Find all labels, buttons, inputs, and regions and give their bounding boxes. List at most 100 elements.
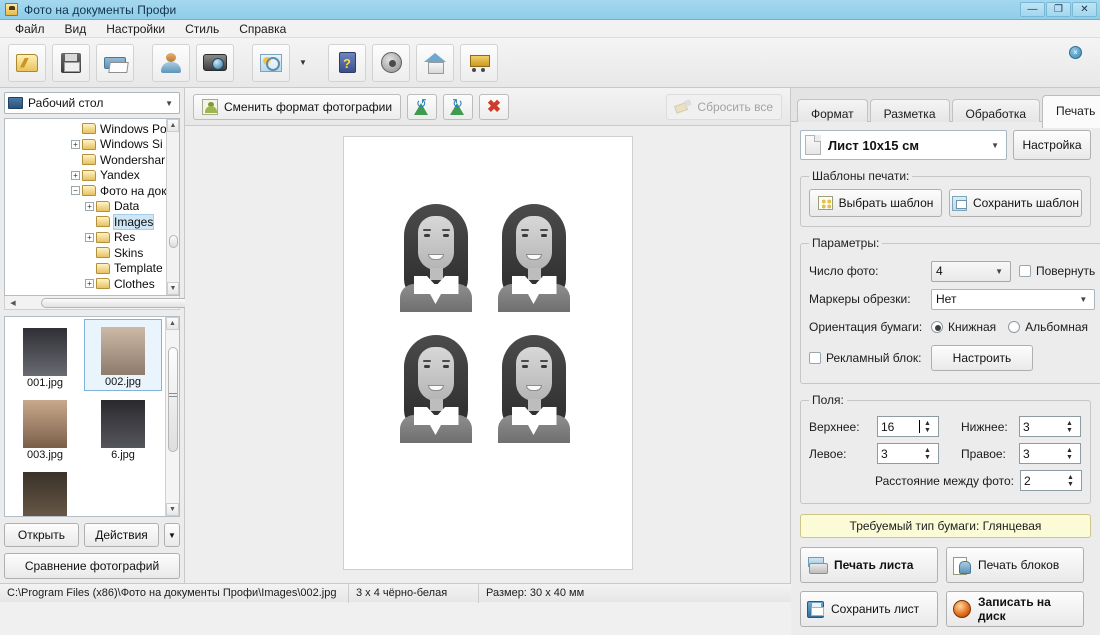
collapse-icon[interactable]: − — [71, 186, 80, 196]
stepper-up-icon[interactable]: ▲ — [924, 420, 931, 427]
tree-item[interactable]: + Windows Si — [5, 137, 179, 153]
thumbnails-vertical-scrollbar[interactable]: ▲ ▼ — [165, 317, 179, 516]
choose-template-button[interactable]: Выбрать шаблон — [809, 189, 942, 217]
orientation-portrait-radio[interactable]: Книжная — [931, 320, 996, 334]
actions-button[interactable]: Действия — [84, 523, 159, 547]
menu-item-settings[interactable]: Настройки — [97, 20, 174, 38]
thumbnail-list[interactable]: 001.jpg 002.jpg 003.jpg 6.jpg 9.jpg ▲ ▼ — [4, 316, 180, 517]
chevron-down-icon[interactable]: ▼ — [1076, 295, 1090, 304]
orientation-landscape-radio[interactable]: Альбомная — [1008, 320, 1088, 334]
thumbnails-scroll-thumb[interactable] — [168, 347, 178, 452]
tree-item[interactable]: Skins — [5, 245, 179, 261]
cart-button[interactable] — [460, 43, 498, 82]
stepper-up-icon[interactable]: ▲ — [1066, 420, 1073, 427]
photo-distance-input[interactable]: 2 ▲ ▼ — [1020, 470, 1082, 491]
close-button[interactable]: ✕ — [1072, 1, 1097, 17]
photo-cell-1[interactable] — [391, 192, 480, 312]
location-combo[interactable]: Рабочий стол ▼ — [4, 92, 180, 114]
folder-tree[interactable]: Windows Po + Windows Si Wondershar + Yandex − Ф… — [4, 118, 180, 296]
stepper-down-icon[interactable]: ▼ — [924, 427, 931, 434]
save-sheet-button[interactable]: Сохранить лист — [800, 591, 938, 627]
stepper-down-icon[interactable]: ▼ — [1066, 427, 1073, 434]
stepper-up-icon[interactable]: ▲ — [1066, 447, 1073, 454]
thumbnails-scroll-down-arrow[interactable]: ▼ — [166, 503, 179, 516]
close-panel-icon[interactable]: × — [1069, 46, 1082, 59]
print-sheet-button[interactable]: Печать листа — [800, 547, 938, 583]
open-folder-button[interactable] — [8, 43, 46, 82]
stepper-down-icon[interactable]: ▼ — [1066, 454, 1073, 461]
actions-dropdown-arrow[interactable]: ▼ — [164, 523, 180, 547]
thumbnail-item[interactable]: 6.jpg — [84, 391, 162, 463]
expand-icon[interactable]: + — [85, 201, 94, 211]
expand-icon[interactable]: + — [71, 139, 80, 149]
stepper-up-icon[interactable]: ▲ — [1067, 474, 1074, 481]
tree-item[interactable]: + Yandex — [5, 168, 179, 184]
stepper-down-icon[interactable]: ▼ — [924, 454, 931, 461]
tree-hscroll-track[interactable] — [19, 297, 191, 308]
tree-item[interactable]: Images — [5, 213, 179, 230]
expand-icon[interactable]: + — [85, 279, 94, 289]
thumbnail-item[interactable]: 9.jpg — [6, 463, 84, 516]
photo-cell-3[interactable] — [391, 323, 480, 443]
reset-all-button[interactable]: Сбросить все — [666, 93, 782, 120]
tree-item[interactable]: − Фото на док — [5, 183, 179, 199]
sheet-canvas[interactable] — [185, 126, 790, 583]
tree-item[interactable]: + Data — [5, 199, 179, 215]
home-button[interactable] — [416, 43, 454, 82]
sheet-size-combo[interactable]: Лист 10x15 см ▼ — [800, 130, 1007, 160]
maximize-button[interactable]: ❐ — [1046, 1, 1071, 17]
chevron-down-icon[interactable]: ▼ — [988, 141, 1002, 150]
person-search-button[interactable] — [152, 43, 190, 82]
menu-item-file[interactable]: Файл — [6, 20, 54, 38]
tree-horizontal-scrollbar[interactable]: ◀ ▶ — [4, 296, 191, 310]
burn-to-disc-button[interactable]: Записать на диск — [946, 591, 1084, 627]
crop-markers-combo[interactable]: Нет ▼ — [931, 288, 1096, 310]
chevron-down-icon[interactable]: ▼ — [992, 267, 1006, 276]
minimize-button[interactable]: — — [1020, 1, 1045, 17]
photo-cell-2[interactable] — [489, 192, 578, 312]
image-search-dropdown-arrow[interactable]: ▼ — [296, 44, 310, 82]
menu-item-style[interactable]: Стиль — [176, 20, 228, 38]
tree-item[interactable]: Template — [5, 261, 179, 277]
thumbnail-item[interactable]: 003.jpg — [6, 391, 84, 463]
camera-button[interactable] — [196, 43, 234, 82]
rotate-right-button[interactable] — [443, 93, 474, 120]
tree-scroll-left-arrow[interactable]: ◀ — [7, 299, 19, 307]
stepper-down-icon[interactable]: ▼ — [1067, 481, 1074, 488]
expand-icon[interactable]: + — [71, 170, 80, 180]
chevron-down-icon[interactable]: ▼ — [162, 99, 176, 108]
margin-right-input[interactable]: 3 ▲ ▼ — [1019, 443, 1081, 464]
tree-scroll-up-arrow[interactable]: ▲ — [167, 119, 179, 132]
rotate-left-button[interactable] — [407, 93, 438, 120]
margin-right-stepper[interactable]: ▲ ▼ — [1062, 444, 1077, 463]
open-file-button[interactable]: Открыть — [4, 523, 79, 547]
thumbnail-item[interactable]: 002.jpg — [84, 319, 162, 391]
margin-left-input[interactable]: 3 ▲ ▼ — [877, 443, 939, 464]
photo-cell-4[interactable] — [489, 323, 578, 443]
print-blocks-button[interactable]: Печать блоков — [946, 547, 1084, 583]
print-button[interactable] — [96, 43, 134, 82]
save-button[interactable] — [52, 43, 90, 82]
margin-left-stepper[interactable]: ▲ ▼ — [920, 444, 935, 463]
margin-top-input[interactable]: 16 ▲ ▼ — [877, 416, 939, 437]
margin-bottom-stepper[interactable]: ▲ ▼ — [1062, 417, 1077, 436]
thumbnails-scroll-up-arrow[interactable]: ▲ — [166, 317, 179, 330]
film-reel-button[interactable] — [372, 43, 410, 82]
print-sheet[interactable] — [342, 136, 633, 570]
tree-scroll-down-arrow[interactable]: ▼ — [167, 282, 179, 295]
tree-hscroll-thumb[interactable] — [41, 297, 191, 308]
compare-photos-button[interactable]: Сравнение фотографий — [4, 553, 180, 579]
thumbnail-item[interactable]: 001.jpg — [6, 319, 84, 391]
expand-icon[interactable]: + — [85, 232, 94, 242]
help-book-button[interactable]: ? — [328, 43, 366, 82]
ad-block-configure-button[interactable]: Настроить — [931, 345, 1033, 371]
tree-item[interactable]: + Res — [5, 230, 179, 246]
photo-count-combo[interactable]: 4 ▼ — [931, 260, 1011, 282]
menu-item-help[interactable]: Справка — [230, 20, 295, 38]
margin-top-stepper[interactable]: ▲ ▼ — [920, 417, 935, 436]
image-search-button[interactable] — [252, 43, 290, 82]
rotate-checkbox[interactable]: Повернуть — [1019, 264, 1095, 278]
printer-setup-button[interactable]: Настройка — [1013, 130, 1091, 160]
menu-item-view[interactable]: Вид — [56, 20, 96, 38]
delete-photo-button[interactable]: ✖ — [479, 93, 510, 120]
